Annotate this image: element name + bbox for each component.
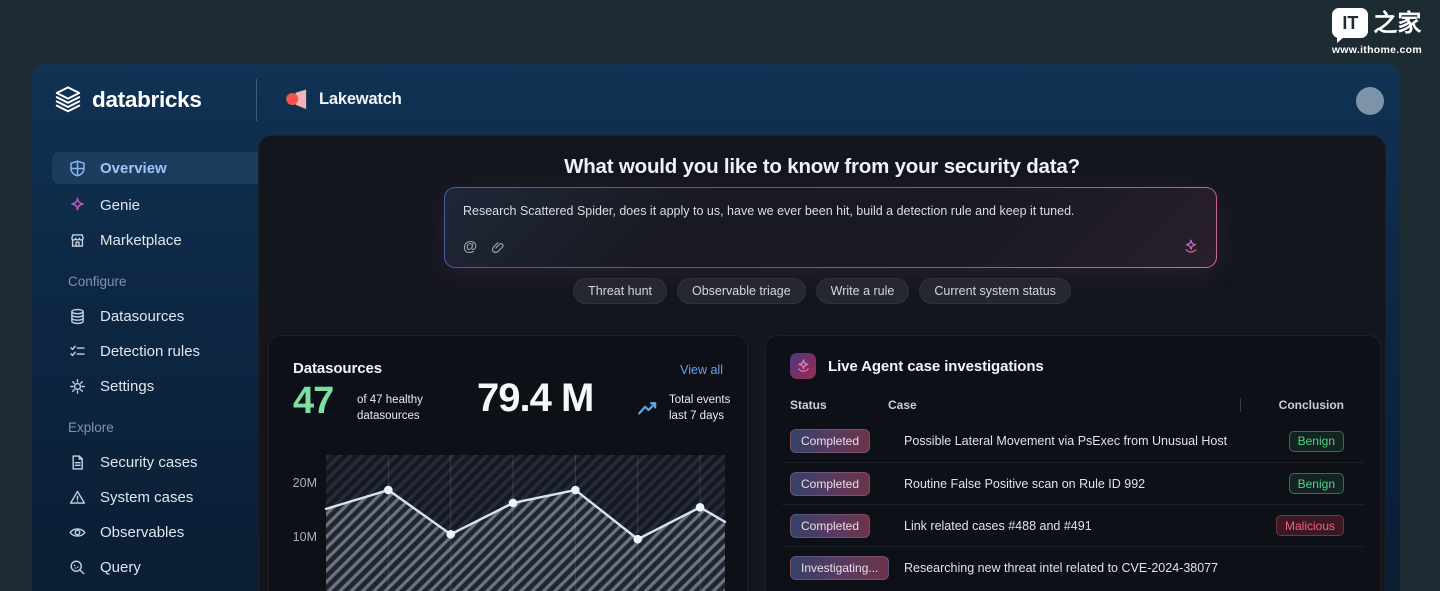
table-row[interactable]: Completed Possible Lateral Movement via … <box>782 420 1364 462</box>
status-badge: Investigating... <box>790 556 889 580</box>
chip-write-a-rule[interactable]: Write a rule <box>816 278 910 304</box>
databricks-brand[interactable]: databricks <box>52 85 202 115</box>
lakewatch-logo-icon <box>285 88 310 111</box>
ithome-watermark: IT 之家 www.ithome.com <box>1332 8 1422 56</box>
eye-icon <box>68 523 87 542</box>
case-title: Researching new threat intel related to … <box>904 561 1241 575</box>
trend-up-icon <box>637 399 659 419</box>
overview-shield-grid-icon <box>68 159 87 178</box>
column-status: Status <box>790 398 888 412</box>
datasources-card-title: Datasources <box>293 360 382 377</box>
case-title: Possible Lateral Movement via PsExec fro… <box>904 434 1241 448</box>
checklist-icon <box>68 342 87 361</box>
agent-card-title: Live Agent case investigations <box>828 358 1044 375</box>
sidebar-item-label: Datasources <box>100 308 184 325</box>
sidebar-item-label: Query <box>100 559 141 576</box>
sidebar-item-observables[interactable]: Observables <box>52 516 266 548</box>
lakewatch-product[interactable]: Lakewatch <box>285 88 402 111</box>
sidebar-item-system-cases[interactable]: System cases <box>52 481 266 513</box>
query-magnifier-icon <box>68 558 87 577</box>
document-icon <box>68 453 87 472</box>
agent-send-icon[interactable] <box>1182 238 1200 256</box>
table-row[interactable]: Completed Routine False Positive scan on… <box>782 462 1364 504</box>
suggestion-chips: Threat hunt Observable triage Write a ru… <box>259 278 1385 304</box>
app-window: databricks Lakewatch Overview Genie <box>32 64 1400 591</box>
sidebar-item-genie[interactable]: Genie <box>52 189 266 221</box>
ithome-logo-cn: 之家 <box>1373 11 1421 35</box>
warning-triangle-icon <box>68 488 87 507</box>
status-badge: Completed <box>790 472 870 496</box>
table-header: Status Case Conclusion <box>790 398 1344 412</box>
conclusion-badge: Malicious <box>1276 515 1344 536</box>
healthy-count: 47 <box>293 380 333 423</box>
column-conclusion: Conclusion <box>1252 398 1344 412</box>
sidebar-item-marketplace[interactable]: Marketplace <box>52 224 266 256</box>
ithome-url: www.ithome.com <box>1332 44 1422 56</box>
agent-sparkle-icon <box>790 353 816 379</box>
sidebar-item-label: Overview <box>100 160 167 177</box>
product-name: Lakewatch <box>319 90 402 109</box>
sidebar-section-explore: Explore <box>68 420 114 435</box>
events-caption: Total events last 7 days <box>669 393 730 425</box>
mention-icon[interactable]: @ <box>463 239 477 255</box>
agent-investigations-card: Live Agent case investigations Status Ca… <box>765 335 1381 591</box>
view-all-link[interactable]: View all <box>680 363 723 377</box>
conclusion-badge: Benign <box>1289 473 1344 494</box>
sidebar-item-query[interactable]: Query <box>52 551 266 583</box>
ithome-logo-icon: IT <box>1332 8 1368 38</box>
database-icon <box>68 307 87 326</box>
prompt-text[interactable]: Research Scattered Spider, does it apply… <box>463 204 1176 218</box>
table-row[interactable]: Investigating... Researching new threat … <box>782 546 1364 588</box>
gear-icon <box>68 377 87 396</box>
case-title: Link related cases #488 and #491 <box>904 519 1241 533</box>
svg-text:10M: 10M <box>293 530 317 544</box>
column-divider <box>1240 398 1241 412</box>
datasources-card: Datasources View all 47 of 47 healthy da… <box>268 335 748 591</box>
genie-sparkle-icon <box>68 196 87 215</box>
sidebar-section-configure: Configure <box>68 274 127 289</box>
table-body: Completed Possible Lateral Movement via … <box>766 420 1380 588</box>
conclusion-badge: Benign <box>1289 431 1344 452</box>
case-title: Routine False Positive scan on Rule ID 9… <box>904 477 1241 491</box>
brand-name: databricks <box>92 87 202 113</box>
column-case: Case <box>888 398 1240 412</box>
total-events-value: 79.4 M <box>477 376 593 421</box>
chip-current-system-status[interactable]: Current system status <box>919 278 1071 304</box>
svg-text:20M: 20M <box>293 476 317 490</box>
databricks-logo-icon <box>52 85 84 115</box>
prompt-box-border: Research Scattered Spider, does it apply… <box>444 187 1217 268</box>
sidebar-item-settings[interactable]: Settings <box>52 370 266 402</box>
sidebar-item-datasources[interactable]: Datasources <box>52 300 266 332</box>
attachment-paperclip-icon[interactable] <box>490 239 506 255</box>
chip-observable-triage[interactable]: Observable triage <box>677 278 806 304</box>
page-title: What would you like to know from your se… <box>259 155 1385 179</box>
status-badge: Completed <box>790 429 870 453</box>
status-badge: Completed <box>790 514 870 538</box>
sidebar-item-label: Security cases <box>100 454 198 471</box>
chip-threat-hunt[interactable]: Threat hunt <box>573 278 667 304</box>
sidebar: Overview Genie Marketplace Configure <box>52 150 266 591</box>
sidebar-item-security-cases[interactable]: Security cases <box>52 446 266 478</box>
events-chart: 20M 10M <box>269 433 748 591</box>
sidebar-item-label: Detection rules <box>100 343 200 360</box>
sidebar-item-label: Observables <box>100 524 184 541</box>
sidebar-item-overview[interactable]: Overview <box>52 152 266 184</box>
marketplace-store-icon <box>68 231 87 250</box>
healthy-caption: of 47 healthy datasources <box>357 393 423 425</box>
prompt-input[interactable]: Research Scattered Spider, does it apply… <box>445 188 1216 267</box>
sidebar-item-label: Marketplace <box>100 232 182 249</box>
table-row[interactable]: Completed Link related cases #488 and #4… <box>782 504 1364 546</box>
sidebar-item-label: Genie <box>100 197 140 214</box>
main-content: What would you like to know from your se… <box>258 135 1386 591</box>
sidebar-item-label: System cases <box>100 489 193 506</box>
header-divider <box>256 79 257 121</box>
user-avatar[interactable] <box>1356 87 1384 115</box>
sidebar-item-label: Settings <box>100 378 154 395</box>
sidebar-item-detection-rules[interactable]: Detection rules <box>52 335 266 367</box>
